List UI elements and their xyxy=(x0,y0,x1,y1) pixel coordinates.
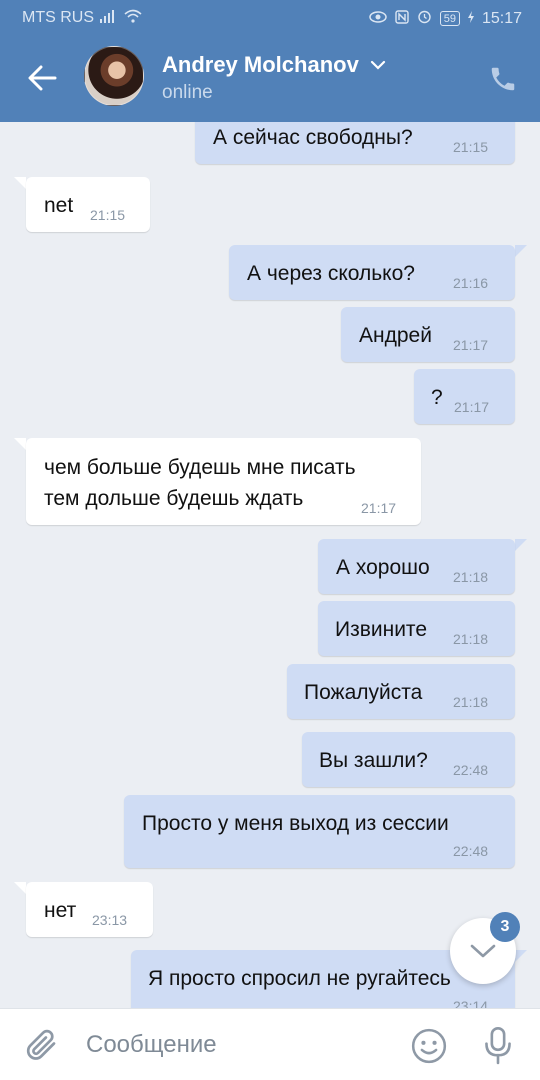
message-time: 21:18 xyxy=(453,631,489,647)
message-text: Извините xyxy=(335,618,427,641)
contact-avatar[interactable] xyxy=(84,46,144,106)
chevron-down-icon[interactable] xyxy=(370,58,386,76)
bubble-tail xyxy=(515,539,527,551)
message-text: Пожалуйста xyxy=(304,681,423,704)
battery-icon: 59 xyxy=(439,11,460,26)
message-text: чем больше будешь мне писать xyxy=(44,456,356,479)
message-text: нет xyxy=(44,899,77,922)
signal-icon xyxy=(100,9,118,27)
call-button[interactable] xyxy=(488,64,518,94)
message-text: Вы зашли? xyxy=(319,749,428,772)
paperclip-icon xyxy=(26,1029,56,1060)
message-text: Андрей xyxy=(359,324,432,347)
emoji-button[interactable] xyxy=(410,1027,448,1065)
message-time: 21:17 xyxy=(453,337,489,353)
message-outgoing[interactable]: Просто у меня выход из сессии 22:48 xyxy=(124,795,515,868)
message-time: 21:18 xyxy=(453,569,489,585)
message-composer xyxy=(0,1008,540,1080)
message-text: А хорошо xyxy=(336,556,430,579)
voice-message-button[interactable] xyxy=(482,1026,514,1066)
message-outgoing[interactable]: А хорошо 21:18 xyxy=(318,539,515,594)
message-time: 21:15 xyxy=(90,207,126,223)
message-incoming[interactable]: net 21:15 xyxy=(26,177,150,232)
chevron-down-icon xyxy=(470,944,496,958)
back-button[interactable] xyxy=(24,60,60,96)
clock-label: 15:17 xyxy=(481,9,522,27)
charging-icon xyxy=(467,10,474,27)
message-outgoing[interactable]: Извините 21:18 xyxy=(318,601,515,656)
message-outgoing[interactable]: А через сколько? 21:16 xyxy=(229,245,515,300)
message-time: 21:16 xyxy=(453,275,489,291)
bubble-tail xyxy=(14,177,26,189)
message-time: 21:15 xyxy=(453,139,489,155)
message-text: А через сколько? xyxy=(247,262,415,285)
unread-count-badge: 3 xyxy=(490,912,520,942)
message-time: 21:18 xyxy=(453,694,489,710)
eye-icon xyxy=(368,10,387,27)
contact-status: online xyxy=(162,82,213,103)
message-incoming[interactable]: чем больше будешь мне писать тем дольше … xyxy=(26,438,421,525)
message-time: 21:17 xyxy=(454,399,490,415)
message-outgoing[interactable]: ? 21:17 xyxy=(414,369,515,424)
message-text-line2: тем дольше будешь ждать xyxy=(44,487,304,510)
alarm-icon xyxy=(417,9,432,28)
chat-header: MTS RUS 59 15:17 Andrey Molchanov online xyxy=(0,0,540,122)
message-time: 21:17 xyxy=(361,500,397,516)
smiley-icon xyxy=(411,1028,447,1064)
phone-icon xyxy=(491,67,515,91)
message-time: 22:48 xyxy=(453,762,489,778)
message-text: А сейчас свободны? xyxy=(213,126,413,149)
message-time: 22:48 xyxy=(453,843,489,859)
nfc-icon xyxy=(395,9,409,28)
message-time: 23:13 xyxy=(92,912,128,928)
message-text: net xyxy=(44,194,74,217)
bubble-tail xyxy=(14,882,26,894)
message-outgoing[interactable]: Андрей 21:17 xyxy=(341,307,515,362)
message-text: Просто у меня выход из сессии xyxy=(142,812,449,835)
bubble-tail xyxy=(14,438,26,450)
message-outgoing[interactable]: Вы зашли? 22:48 xyxy=(302,732,515,787)
wifi-icon xyxy=(124,9,142,27)
message-incoming[interactable]: нет 23:13 xyxy=(26,882,153,937)
attach-button[interactable] xyxy=(24,1027,60,1063)
status-bar: MTS RUS 59 15:17 xyxy=(0,0,540,36)
arrow-left-icon xyxy=(28,65,57,91)
message-outgoing[interactable]: Пожалуйста 21:18 xyxy=(287,664,515,719)
carrier-label: MTS RUS xyxy=(22,9,94,26)
message-text: Я просто спросил не ругайтесь xyxy=(148,967,451,990)
bubble-tail xyxy=(515,950,527,962)
bubble-tail xyxy=(515,245,527,257)
message-text: ? xyxy=(431,386,443,409)
microphone-icon xyxy=(485,1027,511,1065)
contact-name[interactable]: Andrey Molchanov xyxy=(162,52,359,78)
message-input[interactable] xyxy=(86,1027,386,1063)
